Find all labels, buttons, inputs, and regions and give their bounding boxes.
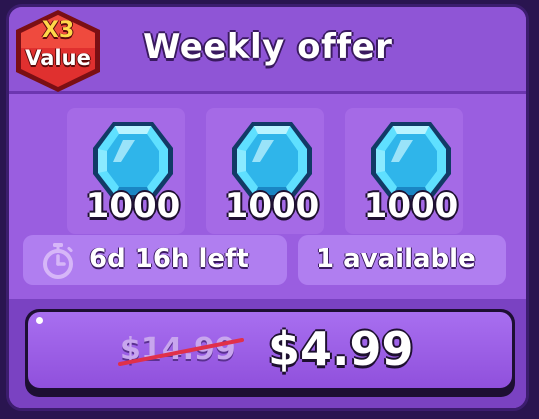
sale-price: $4.99: [268, 322, 414, 376]
availability-pill: 1 available: [298, 235, 506, 285]
stopwatch-icon: [43, 243, 73, 279]
reward-amount: 1000: [224, 186, 320, 226]
badge-multiplier: X3: [41, 18, 75, 43]
buy-button[interactable]: $14.99 $4.99: [25, 309, 515, 397]
reward-amount: 1000: [85, 186, 181, 226]
reward-amount: 1000: [363, 186, 459, 226]
timer-pill: 6d 16h left: [23, 235, 287, 285]
x3-value-badge: X3 Value: [12, 8, 104, 94]
offer-title: Weekly offer: [143, 27, 393, 67]
badge-label: Value: [25, 46, 91, 70]
time-left-label: 6d 16h left: [89, 244, 249, 274]
strikethrough-line: [118, 338, 244, 366]
purchase-area: $14.99 $4.99: [9, 299, 526, 408]
buy-button-face[interactable]: $14.99 $4.99: [28, 312, 512, 388]
button-shine: [36, 317, 43, 324]
offer-rewards-area: 1000 1000 1000 6d 16h left 1 available: [9, 94, 526, 299]
availability-label: 1 available: [316, 244, 476, 274]
